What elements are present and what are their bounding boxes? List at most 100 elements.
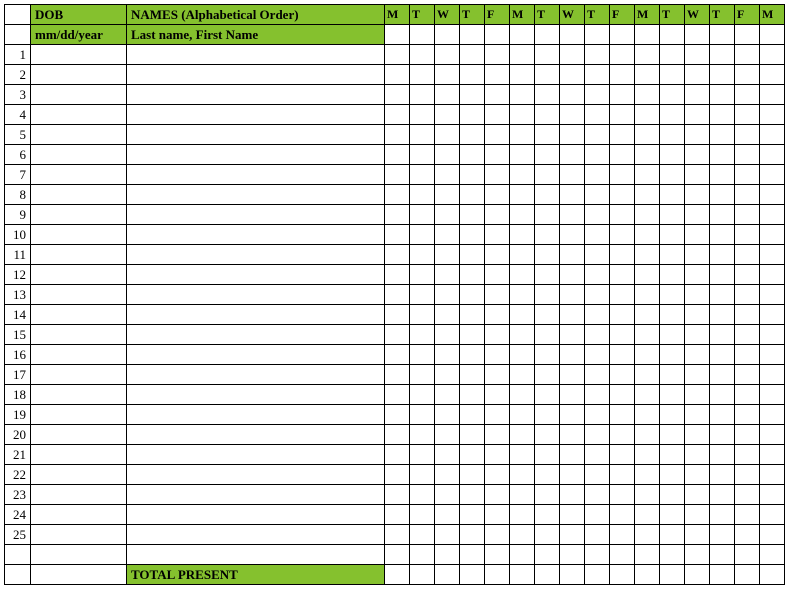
day-cell[interactable] [660,245,685,265]
day-cell[interactable] [710,465,735,485]
day-cell[interactable] [385,65,410,85]
day-cell[interactable] [435,405,460,425]
day-cell[interactable] [535,445,560,465]
dob-cell[interactable] [31,165,127,185]
day-cell[interactable] [760,425,785,445]
day-cell[interactable] [410,145,435,165]
day-cell[interactable] [585,385,610,405]
day-cell[interactable] [435,145,460,165]
dob-cell[interactable] [31,105,127,125]
day-cell[interactable] [585,245,610,265]
day-cell[interactable] [510,165,535,185]
day-cell[interactable] [660,485,685,505]
day-cell[interactable] [585,465,610,485]
day-cell[interactable] [710,245,735,265]
day-cell[interactable] [435,285,460,305]
day-cell[interactable] [510,445,535,465]
day-cell[interactable] [685,425,710,445]
day-cell[interactable] [485,485,510,505]
day-cell[interactable] [710,405,735,425]
day-cell[interactable] [610,365,635,385]
day-cell[interactable] [610,45,635,65]
day-cell[interactable] [535,145,560,165]
day-cell[interactable] [560,225,585,245]
day-cell[interactable] [710,205,735,225]
day-cell[interactable] [385,105,410,125]
day-cell[interactable] [510,45,535,65]
day-cell[interactable] [635,25,660,45]
day-cell[interactable] [685,265,710,285]
day-cell[interactable] [460,545,485,565]
day-cell[interactable] [635,125,660,145]
day-cell[interactable] [710,145,735,165]
day-cell[interactable] [535,265,560,285]
day-cell[interactable] [660,465,685,485]
dob-cell[interactable] [31,405,127,425]
day-cell[interactable] [610,425,635,445]
day-cell[interactable] [610,325,635,345]
day-cell[interactable] [760,385,785,405]
day-cell[interactable] [660,45,685,65]
day-cell[interactable] [535,525,560,545]
day-cell[interactable] [685,305,710,325]
day-cell[interactable] [660,225,685,245]
day-cell[interactable] [635,305,660,325]
day-cell[interactable] [685,65,710,85]
day-cell[interactable] [560,185,585,205]
day-cell[interactable] [385,185,410,205]
day-cell[interactable] [535,365,560,385]
day-cell[interactable] [510,405,535,425]
day-cell[interactable] [460,25,485,45]
day-cell[interactable] [560,425,585,445]
dob-cell[interactable] [31,425,127,445]
day-cell[interactable] [635,425,660,445]
day-cell[interactable] [660,305,685,325]
day-cell[interactable] [585,525,610,545]
day-cell[interactable] [485,85,510,105]
day-cell[interactable] [410,165,435,185]
day-cell[interactable] [735,225,760,245]
day-cell[interactable] [535,325,560,345]
day-cell[interactable] [435,425,460,445]
name-cell[interactable] [127,445,385,465]
day-cell[interactable] [635,485,660,505]
dob-cell[interactable] [31,525,127,545]
day-cell[interactable] [760,45,785,65]
day-cell[interactable] [535,385,560,405]
dob-cell[interactable] [31,485,127,505]
day-cell[interactable] [385,485,410,505]
day-cell[interactable] [510,305,535,325]
day-cell[interactable] [560,105,585,125]
day-cell[interactable] [510,505,535,525]
day-cell[interactable] [460,285,485,305]
day-cell[interactable] [735,45,760,65]
day-cell[interactable] [585,225,610,245]
day-cell[interactable] [460,45,485,65]
day-cell[interactable] [410,85,435,105]
day-cell[interactable] [635,85,660,105]
day-cell[interactable] [485,125,510,145]
day-cell[interactable] [485,565,510,585]
day-cell[interactable] [685,485,710,505]
day-cell[interactable] [510,125,535,145]
day-cell[interactable] [385,305,410,325]
day-cell[interactable] [585,65,610,85]
day-cell[interactable] [710,65,735,85]
day-cell[interactable] [585,285,610,305]
day-cell[interactable] [485,505,510,525]
day-cell[interactable] [385,45,410,65]
day-cell[interactable] [535,105,560,125]
dob-cell[interactable] [31,125,127,145]
day-cell[interactable] [410,225,435,245]
day-cell[interactable] [610,465,635,485]
day-cell[interactable] [410,285,435,305]
day-cell[interactable] [535,25,560,45]
day-cell[interactable] [535,285,560,305]
day-cell[interactable] [435,45,460,65]
day-cell[interactable] [735,85,760,105]
day-cell[interactable] [385,465,410,485]
spacer-names[interactable] [127,545,385,565]
day-cell[interactable] [635,265,660,285]
day-cell[interactable] [485,225,510,245]
day-cell[interactable] [510,285,535,305]
